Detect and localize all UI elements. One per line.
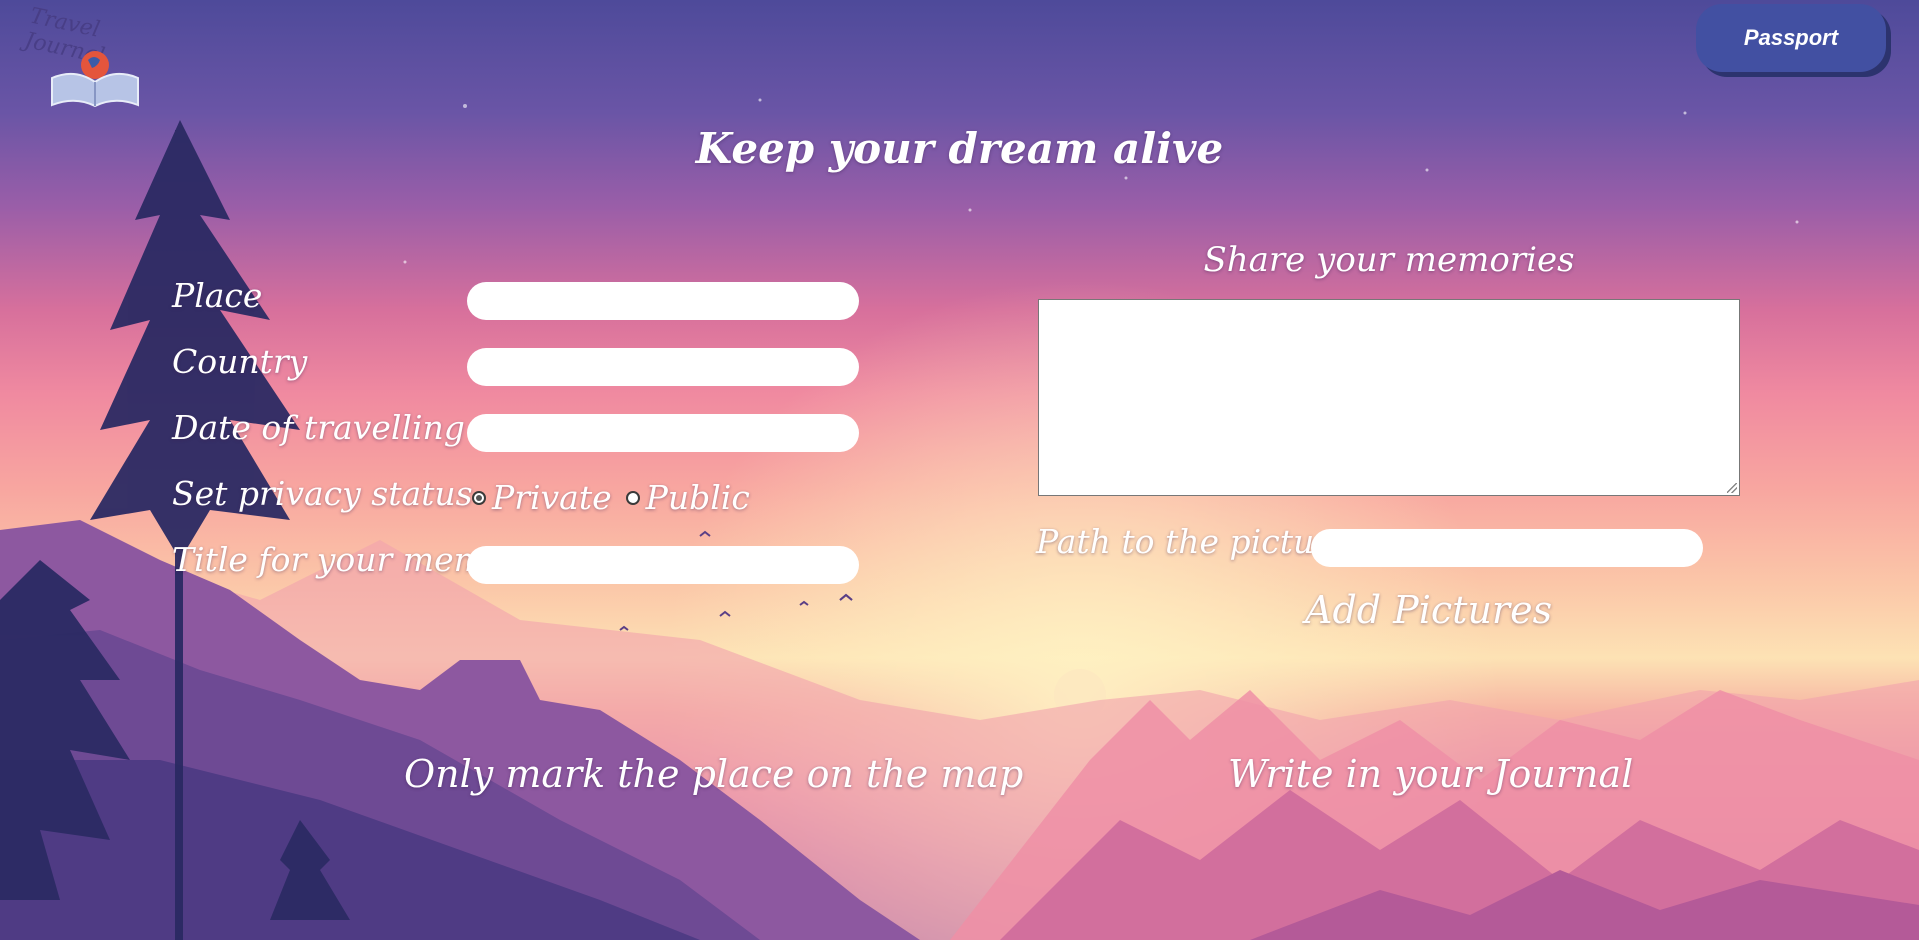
picture-path-label: Path to the picture [1036, 522, 1350, 561]
privacy-label: Set privacy status [172, 474, 473, 513]
memory-title-input[interactable] [467, 546, 859, 584]
add-pictures-button[interactable]: Add Pictures [1305, 588, 1552, 632]
public-radio[interactable] [625, 490, 640, 505]
mark-on-map-link[interactable]: Only mark the place on the map [404, 752, 1023, 796]
private-radio[interactable] [472, 490, 486, 505]
memories-textarea[interactable] [1038, 299, 1740, 496]
place-input[interactable] [467, 282, 859, 320]
place-label: Place [172, 276, 263, 315]
open-book-globe-icon [51, 51, 139, 108]
date-input[interactable] [467, 414, 859, 452]
date-label: Date of travelling [172, 408, 465, 447]
write-journal-link[interactable]: Write in your Journal [1228, 752, 1633, 796]
share-memories-title: Share your memories [1203, 240, 1575, 280]
picture-path-input[interactable] [1311, 529, 1703, 567]
page-title: Keep your dream alive [695, 124, 1224, 173]
passport-button[interactable]: Passport [1696, 4, 1886, 72]
privacy-radio-group: Private Public [472, 478, 764, 517]
private-radio-label[interactable]: Private [492, 478, 612, 517]
country-label: Country [172, 342, 308, 381]
resize-handle-icon[interactable] [1727, 483, 1737, 493]
public-radio-label[interactable]: Public [646, 478, 750, 517]
travel-journal-logo[interactable]: Travel Journal [20, 4, 170, 110]
country-input[interactable] [467, 348, 859, 386]
